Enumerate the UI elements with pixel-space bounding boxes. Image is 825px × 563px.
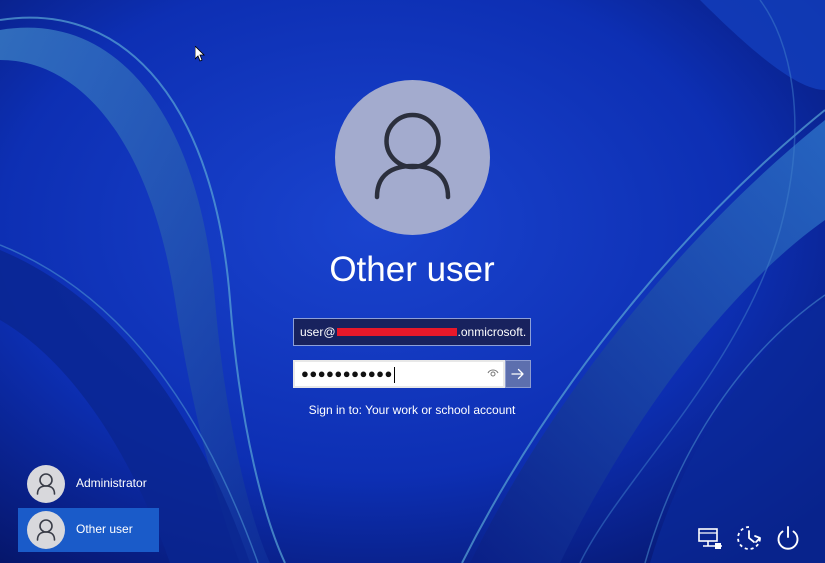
email-field[interactable]: user@ .onmicrosoft. bbox=[293, 318, 531, 346]
email-prefix: user@ bbox=[300, 325, 336, 339]
user-list-item-other-user[interactable]: Other user bbox=[18, 508, 159, 552]
arrow-right-icon bbox=[511, 368, 524, 380]
password-field[interactable]: ●●●●●●●●●●● bbox=[293, 360, 505, 388]
username-heading: Other user bbox=[329, 250, 495, 289]
accessibility-icon[interactable] bbox=[735, 524, 763, 552]
user-icon bbox=[374, 112, 451, 200]
user-list-item-administrator[interactable]: Administrator bbox=[18, 462, 159, 506]
user-avatar bbox=[335, 80, 490, 235]
email-suffix: .onmicrosoft. bbox=[457, 325, 527, 339]
email-redaction bbox=[336, 327, 457, 336]
submit-button[interactable] bbox=[505, 360, 531, 388]
password-mask: ●●●●●●●●●●● bbox=[301, 366, 393, 381]
mouse-cursor-icon bbox=[195, 46, 205, 62]
user-avatar bbox=[27, 465, 65, 503]
user-list-item-label: Administrator bbox=[76, 476, 147, 490]
user-icon bbox=[36, 473, 56, 495]
user-icon bbox=[36, 519, 56, 541]
network-icon[interactable] bbox=[696, 524, 724, 552]
user-list-item-label: Other user bbox=[76, 522, 133, 536]
user-avatar bbox=[27, 511, 65, 549]
sign-in-hint: Sign in to: Your work or school account bbox=[308, 403, 516, 417]
text-caret bbox=[393, 366, 395, 383]
power-icon[interactable] bbox=[774, 524, 802, 552]
eye-icon[interactable] bbox=[487, 368, 499, 378]
